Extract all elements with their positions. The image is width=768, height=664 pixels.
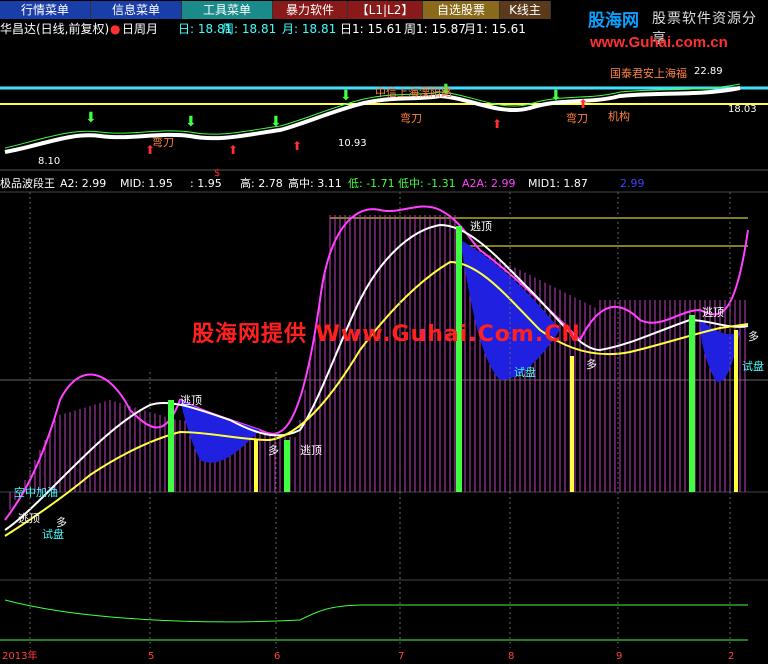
date-tick: 5 [148,651,155,662]
date-tick: 7 [398,651,405,662]
indicator-bars [9,215,746,510]
price-panel: ⬇ ⬇ ⬇ ⬇ ⬇ ⬇ ⬆ ⬆ ⬆ ⬆ ⬆ 中信上海溧阳路 国泰君安上海福 弯刀… [0,66,768,179]
indicator-value-plain: : 1.95 [190,177,222,190]
sell-arrow-icon: ⬆ [578,97,588,111]
annotation-label: 机构 [608,109,630,123]
date-axis: 2013年 5 6 7 8 9 2 [0,650,768,664]
escape-top-label: 逃顶 [702,306,724,319]
brand-url: www.Guhai.com.cn [590,34,728,51]
buy-arrow-icon: ⬇ [185,114,197,130]
test-label: 试盘 [514,365,536,379]
annotation-label: 弯刀 [152,135,174,149]
sell-arrow-icon: ⬆ [492,117,502,131]
long-label: 多 [748,329,759,343]
indicator-value-mid1: MID1: 1.87 [528,177,588,190]
buy-arrow-icon: ⬇ [270,114,282,130]
date-tick: 6 [274,651,281,662]
buy-arrow-icon: ⬇ [340,88,352,104]
signal-bar [168,400,174,492]
sell-arrow-icon: ⬆ [292,139,302,153]
stock-chart-window: 行情菜单 信息菜单 工具菜单 暴力软件 【L1|L2】 自选股票 K线主 华昌达… [0,0,768,664]
sell-arrow-icon: ⬆ [228,143,238,157]
signal-bar [734,330,738,492]
mid1-line [4,260,749,537]
indicator-header: 极品波段王 A2: 2.99 MID: 1.95 : 1.95 高: 2.78 … [0,176,768,192]
indicator-value-high: 高: 2.78 [240,177,283,190]
signal-bar [689,315,695,492]
indicator-value-a2a: A2A: 2.99 [462,177,516,190]
bottom-line [4,599,749,623]
annotation-label: 国泰君安上海福 [610,66,687,80]
date-tick: 2 [728,651,735,662]
signal-bar [570,356,574,492]
watermark-text: 股海网提供 Www.Guhai.Com.CN [192,322,581,347]
price-label: 8.10 [38,156,60,167]
signal-bar [456,226,462,492]
low-fill-area [180,400,260,463]
test-label: 试盘 [42,527,64,541]
escape-top-label: 逃顶 [180,394,202,407]
indicator-value-mid: MID: 1.95 [120,177,173,190]
date-tick: 8 [508,651,515,662]
a2-upper-line [4,205,749,521]
indicator-value-low-mid: 低中: -1.31 [398,177,456,190]
date-tick: 2013年 [2,651,38,662]
test-label: 试盘 [742,359,764,373]
buy-arrow-icon: ⬇ [85,110,97,126]
brand-logo: 股海网 股票软件资源分享 www.Guhai.com.cn [582,0,768,58]
price-label: 10.93 [338,138,367,149]
annotation-label: 弯刀 [566,111,588,125]
indicator-value-a2: A2: 2.99 [60,177,107,190]
price-label: 22.89 [694,66,723,77]
refuel-label: 空中加油 [14,485,58,499]
buy-arrow-icon: ⬇ [550,88,562,104]
indicator-panel: 逃顶 逃顶 逃顶 逃顶 逃顶 空中加油 试盘 试盘 试盘 多 多 多 多 [0,191,768,648]
annotation-label: 中信上海溧阳路 [375,85,452,99]
annotation-label: 弯刀 [400,111,422,125]
escape-top-label: 逃顶 [470,220,492,233]
long-label: 多 [586,357,597,371]
long-label: 多 [268,443,279,457]
indicator-value-extra: 2.99 [620,177,645,190]
indicator-value-low: 低: -1.71 [348,177,395,190]
long-label: 多 [56,515,67,529]
indicator-value-high-mid: 高中: 3.11 [288,177,342,190]
escape-top-label: 逃顶 [300,444,322,457]
signal-bar [254,440,258,492]
price-label: 18.03 [728,104,757,115]
indicator-name: 极品波段王 [0,177,55,190]
signal-bar [284,440,290,492]
mid-line [4,223,749,531]
date-tick: 9 [616,651,623,662]
brand-name: 股海网 [588,11,639,31]
escape-top-label: 逃顶 [18,512,40,525]
